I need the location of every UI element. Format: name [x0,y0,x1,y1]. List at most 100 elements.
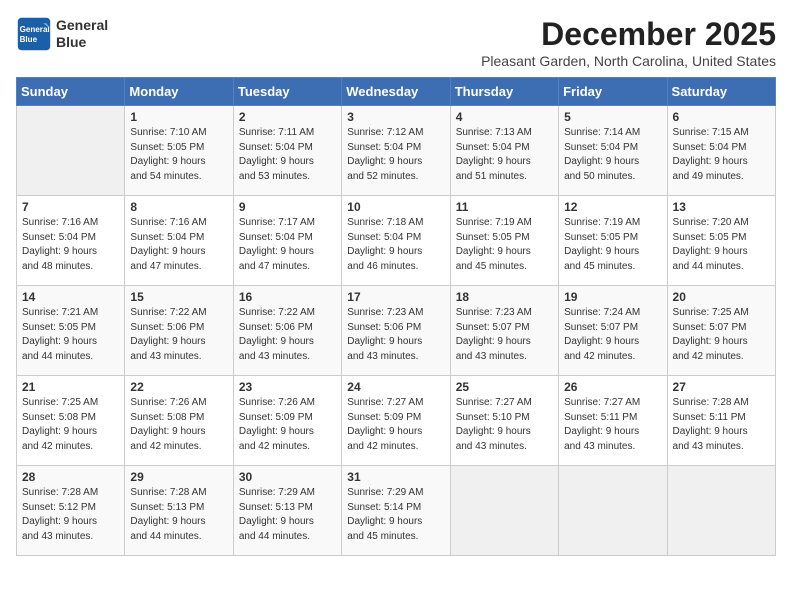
calendar-cell: 24 Sunrise: 7:27 AM Sunset: 5:09 PM Dayli… [342,376,450,466]
page-header: General Blue General Blue December 2025 … [16,16,776,69]
day-info: Sunrise: 7:23 AM Sunset: 5:06 PM Dayligh… [347,306,444,364]
day-number: 9 [239,200,336,214]
calendar-cell: 8 Sunrise: 7:16 AM Sunset: 5:04 PM Daylig… [125,196,233,286]
calendar-cell: 15 Sunrise: 7:22 AM Sunset: 5:06 PM Dayli… [125,286,233,376]
calendar-cell: 13Sunrise: 7:20 AM Sunset: 5:05 PM Dayli… [667,196,775,286]
day-number: 23 [239,380,336,394]
day-info: Sunrise: 7:10 AM Sunset: 5:05 PM Dayligh… [130,126,227,184]
day-number: 31 [347,470,444,484]
logo-text: General Blue [56,17,108,51]
day-info: Sunrise: 7:27 AM Sunset: 5:10 PM Dayligh… [456,396,553,454]
day-info: Sunrise: 7:28 AM Sunset: 5:13 PM Dayligh… [130,486,227,544]
svg-text:Blue: Blue [20,35,38,44]
day-number: 19 [564,290,661,304]
day-number: 13 [673,200,770,214]
week-row-1: 1 Sunrise: 7:10 AM Sunset: 5:05 PM Daylig… [17,106,776,196]
day-info: Sunrise: 7:12 AM Sunset: 5:04 PM Dayligh… [347,126,444,184]
column-header-tuesday: Tuesday [233,78,341,106]
day-info: Sunrise: 7:21 AM Sunset: 5:05 PM Dayligh… [22,306,119,364]
day-info: Sunrise: 7:26 AM Sunset: 5:08 PM Dayligh… [130,396,227,454]
day-number: 22 [130,380,227,394]
day-info: Sunrise: 7:17 AM Sunset: 5:04 PM Dayligh… [239,216,336,274]
day-number: 26 [564,380,661,394]
day-number: 25 [456,380,553,394]
day-number: 14 [22,290,119,304]
calendar-cell: 4Sunrise: 7:13 AM Sunset: 5:04 PM Daylig… [450,106,558,196]
day-number: 16 [239,290,336,304]
day-info: Sunrise: 7:19 AM Sunset: 5:05 PM Dayligh… [564,216,661,274]
day-number: 12 [564,200,661,214]
day-info: Sunrise: 7:25 AM Sunset: 5:08 PM Dayligh… [22,396,119,454]
day-number: 15 [130,290,227,304]
title-block: December 2025 Pleasant Garden, North Car… [481,16,776,69]
logo-icon: General Blue [16,16,52,52]
day-number: 17 [347,290,444,304]
day-info: Sunrise: 7:29 AM Sunset: 5:14 PM Dayligh… [347,486,444,544]
day-info: Sunrise: 7:27 AM Sunset: 5:09 PM Dayligh… [347,396,444,454]
calendar-cell: 7 Sunrise: 7:16 AM Sunset: 5:04 PM Daylig… [17,196,125,286]
day-info: Sunrise: 7:28 AM Sunset: 5:12 PM Dayligh… [22,486,119,544]
day-info: Sunrise: 7:15 AM Sunset: 5:04 PM Dayligh… [673,126,770,184]
day-number: 8 [130,200,227,214]
day-number: 10 [347,200,444,214]
day-number: 3 [347,110,444,124]
week-row-4: 21 Sunrise: 7:25 AM Sunset: 5:08 PM Dayli… [17,376,776,466]
day-info: Sunrise: 7:18 AM Sunset: 5:04 PM Dayligh… [347,216,444,274]
calendar-cell: 5Sunrise: 7:14 AM Sunset: 5:04 PM Daylig… [559,106,667,196]
calendar-cell: 2Sunrise: 7:11 AM Sunset: 5:04 PM Daylig… [233,106,341,196]
day-number: 1 [130,110,227,124]
day-info: Sunrise: 7:27 AM Sunset: 5:11 PM Dayligh… [564,396,661,454]
day-number: 18 [456,290,553,304]
calendar-cell [17,106,125,196]
day-number: 30 [239,470,336,484]
day-number: 21 [22,380,119,394]
calendar-cell: 21 Sunrise: 7:25 AM Sunset: 5:08 PM Dayli… [17,376,125,466]
calendar-cell: 18Sunrise: 7:23 AM Sunset: 5:07 PM Dayli… [450,286,558,376]
day-info: Sunrise: 7:19 AM Sunset: 5:05 PM Dayligh… [456,216,553,274]
calendar-cell [559,466,667,556]
column-header-friday: Friday [559,78,667,106]
day-info: Sunrise: 7:24 AM Sunset: 5:07 PM Dayligh… [564,306,661,364]
calendar-cell: 31 Sunrise: 7:29 AM Sunset: 5:14 PM Dayli… [342,466,450,556]
day-number: 4 [456,110,553,124]
column-header-saturday: Saturday [667,78,775,106]
day-number: 11 [456,200,553,214]
day-number: 2 [239,110,336,124]
calendar-cell: 16Sunrise: 7:22 AM Sunset: 5:06 PM Dayli… [233,286,341,376]
day-number: 7 [22,200,119,214]
location: Pleasant Garden, North Carolina, United … [481,53,776,69]
week-row-3: 14 Sunrise: 7:21 AM Sunset: 5:05 PM Dayli… [17,286,776,376]
day-info: Sunrise: 7:16 AM Sunset: 5:04 PM Dayligh… [22,216,119,274]
calendar-cell: 26 Sunrise: 7:27 AM Sunset: 5:11 PM Dayli… [559,376,667,466]
day-info: Sunrise: 7:22 AM Sunset: 5:06 PM Dayligh… [130,306,227,364]
logo: General Blue General Blue [16,16,108,52]
calendar-cell: 9 Sunrise: 7:17 AM Sunset: 5:04 PM Daylig… [233,196,341,286]
day-info: Sunrise: 7:26 AM Sunset: 5:09 PM Dayligh… [239,396,336,454]
calendar-table: SundayMondayTuesdayWednesdayThursdayFrid… [16,77,776,556]
day-number: 28 [22,470,119,484]
week-row-5: 28 Sunrise: 7:28 AM Sunset: 5:12 PM Dayli… [17,466,776,556]
calendar-cell: 17 Sunrise: 7:23 AM Sunset: 5:06 PM Dayli… [342,286,450,376]
day-info: Sunrise: 7:25 AM Sunset: 5:07 PM Dayligh… [673,306,770,364]
calendar-cell: 25 Sunrise: 7:27 AM Sunset: 5:10 PM Dayli… [450,376,558,466]
column-header-monday: Monday [125,78,233,106]
column-header-sunday: Sunday [17,78,125,106]
day-number: 27 [673,380,770,394]
calendar-cell: 11 Sunrise: 7:19 AM Sunset: 5:05 PM Dayli… [450,196,558,286]
day-number: 20 [673,290,770,304]
calendar-cell: 23 Sunrise: 7:26 AM Sunset: 5:09 PM Dayli… [233,376,341,466]
calendar-cell: 14 Sunrise: 7:21 AM Sunset: 5:05 PM Dayli… [17,286,125,376]
week-row-2: 7 Sunrise: 7:16 AM Sunset: 5:04 PM Daylig… [17,196,776,286]
day-number: 24 [347,380,444,394]
column-header-thursday: Thursday [450,78,558,106]
month-title: December 2025 [481,16,776,53]
calendar-cell: 10 Sunrise: 7:18 AM Sunset: 5:04 PM Dayli… [342,196,450,286]
calendar-cell: 30Sunrise: 7:29 AM Sunset: 5:13 PM Dayli… [233,466,341,556]
calendar-cell [667,466,775,556]
svg-text:General: General [20,25,50,34]
day-number: 5 [564,110,661,124]
calendar-cell: 27Sunrise: 7:28 AM Sunset: 5:11 PM Dayli… [667,376,775,466]
day-info: Sunrise: 7:16 AM Sunset: 5:04 PM Dayligh… [130,216,227,274]
calendar-cell: 12 Sunrise: 7:19 AM Sunset: 5:05 PM Dayli… [559,196,667,286]
calendar-cell: 20 Sunrise: 7:25 AM Sunset: 5:07 PM Dayli… [667,286,775,376]
